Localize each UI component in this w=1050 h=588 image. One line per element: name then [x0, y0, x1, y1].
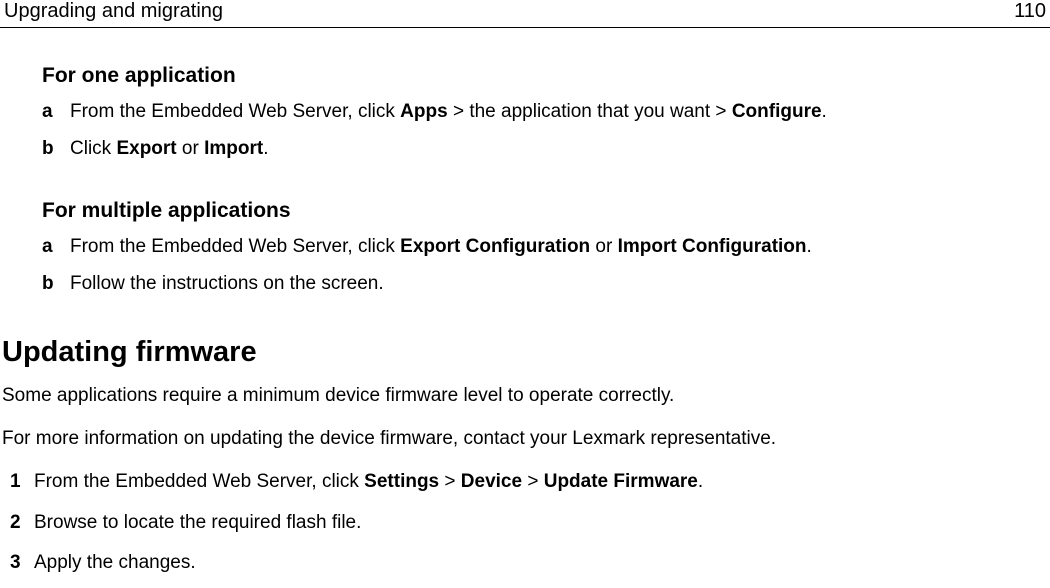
list-item: 3 Apply the changes. [10, 549, 1010, 578]
list-item: b Click Export or Import. [42, 135, 1010, 164]
list-multi-app: a From the Embedded Web Server, click Ex… [2, 233, 1010, 298]
section-heading-updating-firmware: Updating firmware [2, 336, 1010, 369]
list-text: Apply the changes. [34, 549, 1010, 578]
list-firmware-steps: 1 From the Embedded Web Server, click Se… [2, 468, 1010, 578]
list-text: Browse to locate the required flash file… [34, 509, 1010, 538]
list-marker: a [42, 233, 70, 262]
body-paragraph: For more information on updating the dev… [2, 426, 1010, 453]
list-item: 2 Browse to locate the required flash fi… [10, 509, 1010, 538]
list-marker: a [42, 98, 70, 127]
body-paragraph: Some applications require a minimum devi… [2, 383, 1010, 410]
list-item: b Follow the instructions on the screen. [42, 270, 1010, 299]
header-title: Upgrading and migrating [4, 0, 223, 23]
list-text: Click Export or Import. [70, 135, 1010, 164]
page-number: 110 [1014, 0, 1046, 23]
page-header: Upgrading and migrating 110 [0, 0, 1050, 28]
page-content: For one application a From the Embedded … [0, 64, 1050, 578]
list-marker: 3 [10, 549, 34, 578]
list-text: From the Embedded Web Server, click Sett… [34, 468, 1010, 497]
section-heading-one-app: For one application [2, 64, 1010, 88]
list-text: From the Embedded Web Server, click Expo… [70, 233, 1010, 262]
section-heading-multi-app: For multiple applications [2, 199, 1010, 223]
list-text: Follow the instructions on the screen. [70, 270, 1010, 299]
list-marker: 1 [10, 468, 34, 497]
list-marker: b [42, 135, 70, 164]
list-item: a From the Embedded Web Server, click Ex… [42, 233, 1010, 262]
list-marker: 2 [10, 509, 34, 538]
list-marker: b [42, 270, 70, 299]
list-item: 1 From the Embedded Web Server, click Se… [10, 468, 1010, 497]
list-item: a From the Embedded Web Server, click Ap… [42, 98, 1010, 127]
list-text: From the Embedded Web Server, click Apps… [70, 98, 1010, 127]
list-one-app: a From the Embedded Web Server, click Ap… [2, 98, 1010, 163]
